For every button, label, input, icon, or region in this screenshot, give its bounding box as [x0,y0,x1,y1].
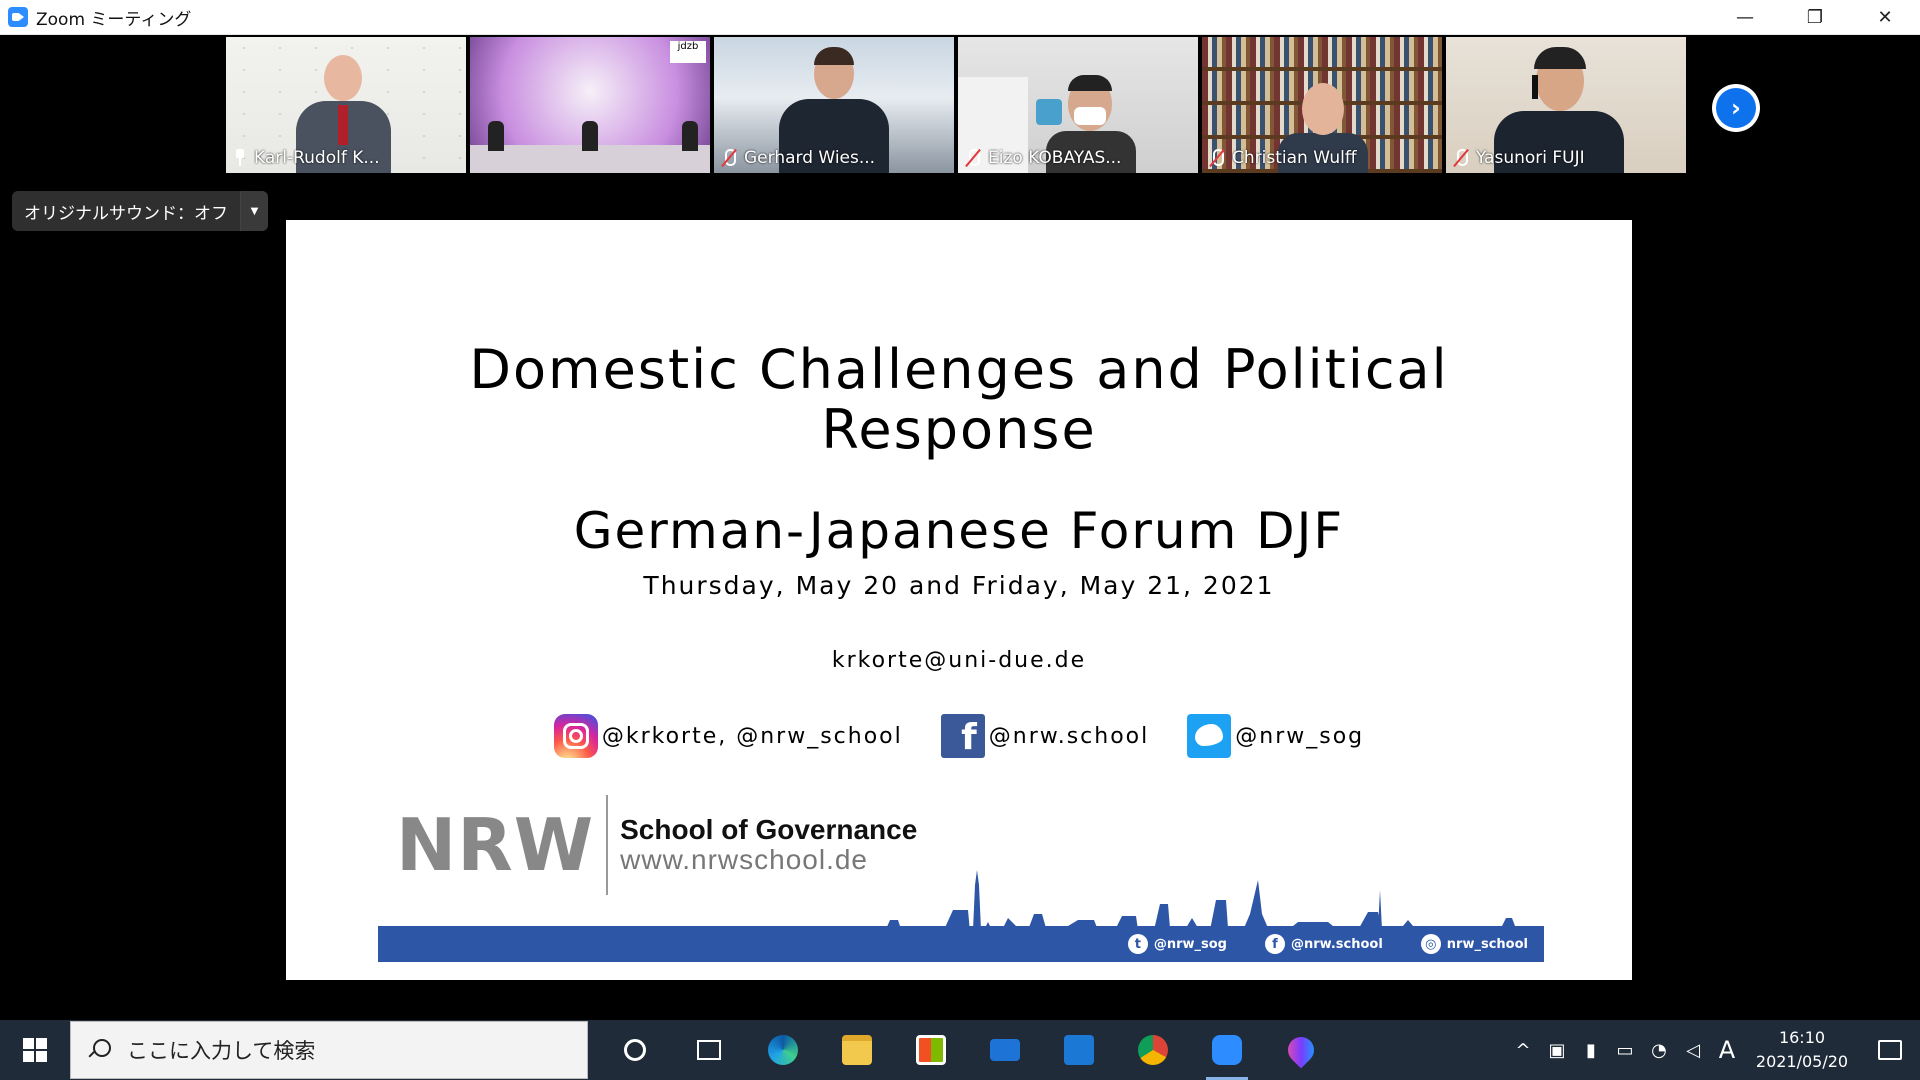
facebook-icon: f [1264,934,1285,954]
taskbar-mail[interactable] [968,1020,1042,1080]
zoom-icon [1212,1035,1242,1065]
taskbar-drop-app[interactable] [1264,1020,1338,1080]
search-placeholder: ここに入力して検索 [127,1039,316,1063]
bar-twitter: t @nrw_sog [1127,934,1227,954]
chrome-icon [1138,1035,1168,1065]
instagram-icon [553,714,598,758]
bar-instagram: ◎ nrw_school [1420,934,1528,954]
social-twitter: @nrw_sog [1187,714,1364,758]
original-sound-label[interactable]: オリジナルサウンド：オフ [12,191,240,231]
camera-icon[interactable]: ▣ [1540,1040,1574,1061]
ime-indicator[interactable]: A [1710,1036,1744,1064]
next-participants-button[interactable]: › [1712,84,1760,132]
window-controls: — ❐ ✕ [1710,0,1920,35]
participant-tile-6[interactable]: Yasunori FUJI [1446,37,1686,173]
chevron-down-icon[interactable]: ▼ [240,191,268,231]
taskbar-clock[interactable]: 16:10 2021/05/20 [1744,1026,1860,1074]
microphone-icon[interactable]: ▮ [1574,1040,1608,1061]
jdzb-logo: jdzb [670,41,706,63]
taskbar-zoom[interactable] [1190,1020,1264,1080]
notification-center-button[interactable] [1860,1040,1920,1060]
nrw-social-bar: t @nrw_sog f @nrw.school ◎ nrw_school [378,926,1544,962]
original-sound-toggle[interactable]: オリジナルサウンド：オフ ▼ [12,191,268,231]
nrw-school-name: School of Governance [620,814,918,845]
social-facebook: f @nrw.school [940,714,1150,758]
mail-icon [990,1039,1020,1061]
chevron-right-icon: › [1716,88,1756,128]
instagram-icon: ◎ [1420,934,1441,954]
participant-name: Christian Wulff [1208,147,1357,169]
start-button[interactable] [0,1020,70,1080]
window-title: Zoom ミーティング [36,9,192,30]
taskbar-file-explorer[interactable] [820,1020,894,1080]
participant-name: Yasunori FUJI [1452,147,1585,169]
window-titlebar: Zoom ミーティング — ❐ ✕ [0,0,1920,35]
mic-muted-icon [720,149,738,167]
taskbar-chrome[interactable] [1116,1020,1190,1080]
zoom-app-icon [8,7,28,27]
participant-tile-3[interactable]: Gerhard Wies... [714,37,954,173]
shared-screen-slide: Domestic Challenges and Political Respon… [286,220,1632,980]
close-button[interactable]: ✕ [1850,0,1920,35]
participant-name: Gerhard Wies... [720,147,875,169]
folder-icon [842,1035,872,1065]
slide-date: Thursday, May 20 and Friday, May 21, 202… [643,571,1275,600]
mic-muted-icon [964,149,982,167]
video-feed: jdzb [470,37,710,173]
cortana-icon [624,1039,646,1061]
windows-taskbar: ここに入力して検索 ^ ▣ ▮ ▭ ◔ ◁ A 16:10 2021/05/20 [0,1020,1920,1080]
notification-icon [1878,1040,1902,1060]
volume-icon[interactable]: ◁ [1676,1040,1710,1061]
pin-icon [232,149,248,167]
taskbar-store[interactable] [894,1020,968,1080]
taskbar-search-box[interactable]: ここに入力して検索 [70,1021,588,1079]
taskbar-edge[interactable] [746,1020,820,1080]
drop-icon [1282,1031,1320,1069]
system-tray: ^ ▣ ▮ ▭ ◔ ◁ A 16:10 2021/05/20 [1506,1020,1920,1080]
mic-muted-icon [1452,149,1470,167]
slide-email: krkorte@uni-due.de [831,648,1087,673]
slide-title: Domestic Challenges and Political Respon… [469,338,1449,461]
tray-overflow-button[interactable]: ^ [1506,1040,1540,1061]
twitter-icon [1187,714,1232,758]
participant-name: Eizo KOBAYAS... [964,147,1121,169]
store-icon [916,1035,946,1065]
taskbar-app-blue[interactable] [1042,1020,1116,1080]
participant-name: Karl-Rudolf K... [232,147,380,169]
participant-tile-4[interactable]: Eizo KOBAYAS... [958,37,1198,173]
participant-tile-2[interactable]: jdzb [470,37,710,173]
task-view-icon [697,1040,721,1060]
cortana-button[interactable] [598,1020,672,1080]
search-icon [87,1039,111,1061]
twitter-icon: t [1127,934,1148,954]
clock-time: 16:10 [1778,1028,1826,1047]
social-handles: @krkorte, @nrw_school f @nrw.school @nrw… [286,714,1632,758]
minimize-button[interactable]: — [1710,0,1780,35]
meeting-stage: Karl-Rudolf K... jdzb Gerhard Wies... Ei… [0,35,1920,1020]
calendar-app-icon [1064,1035,1094,1065]
bar-facebook: f @nrw.school [1264,934,1383,954]
task-view-button[interactable] [672,1020,746,1080]
social-instagram: @krkorte, @nrw_school [553,714,903,758]
participant-tile-1[interactable]: Karl-Rudolf K... [226,37,466,173]
slide-subtitle: German-Japanese Forum DJF [573,502,1345,560]
taskbar-apps [598,1020,1338,1080]
facebook-icon: f [940,714,985,758]
clock-date: 2021/05/20 [1755,1052,1849,1071]
restore-button[interactable]: ❐ [1780,0,1850,35]
wifi-icon[interactable]: ◔ [1642,1040,1676,1061]
mic-muted-icon [1208,149,1226,167]
windows-logo-icon [23,1038,47,1062]
participant-tile-5[interactable]: Christian Wulff [1202,37,1442,173]
edge-icon [768,1035,798,1065]
battery-icon[interactable]: ▭ [1608,1040,1642,1061]
participant-strip: Karl-Rudolf K... jdzb Gerhard Wies... Ei… [226,37,1686,175]
